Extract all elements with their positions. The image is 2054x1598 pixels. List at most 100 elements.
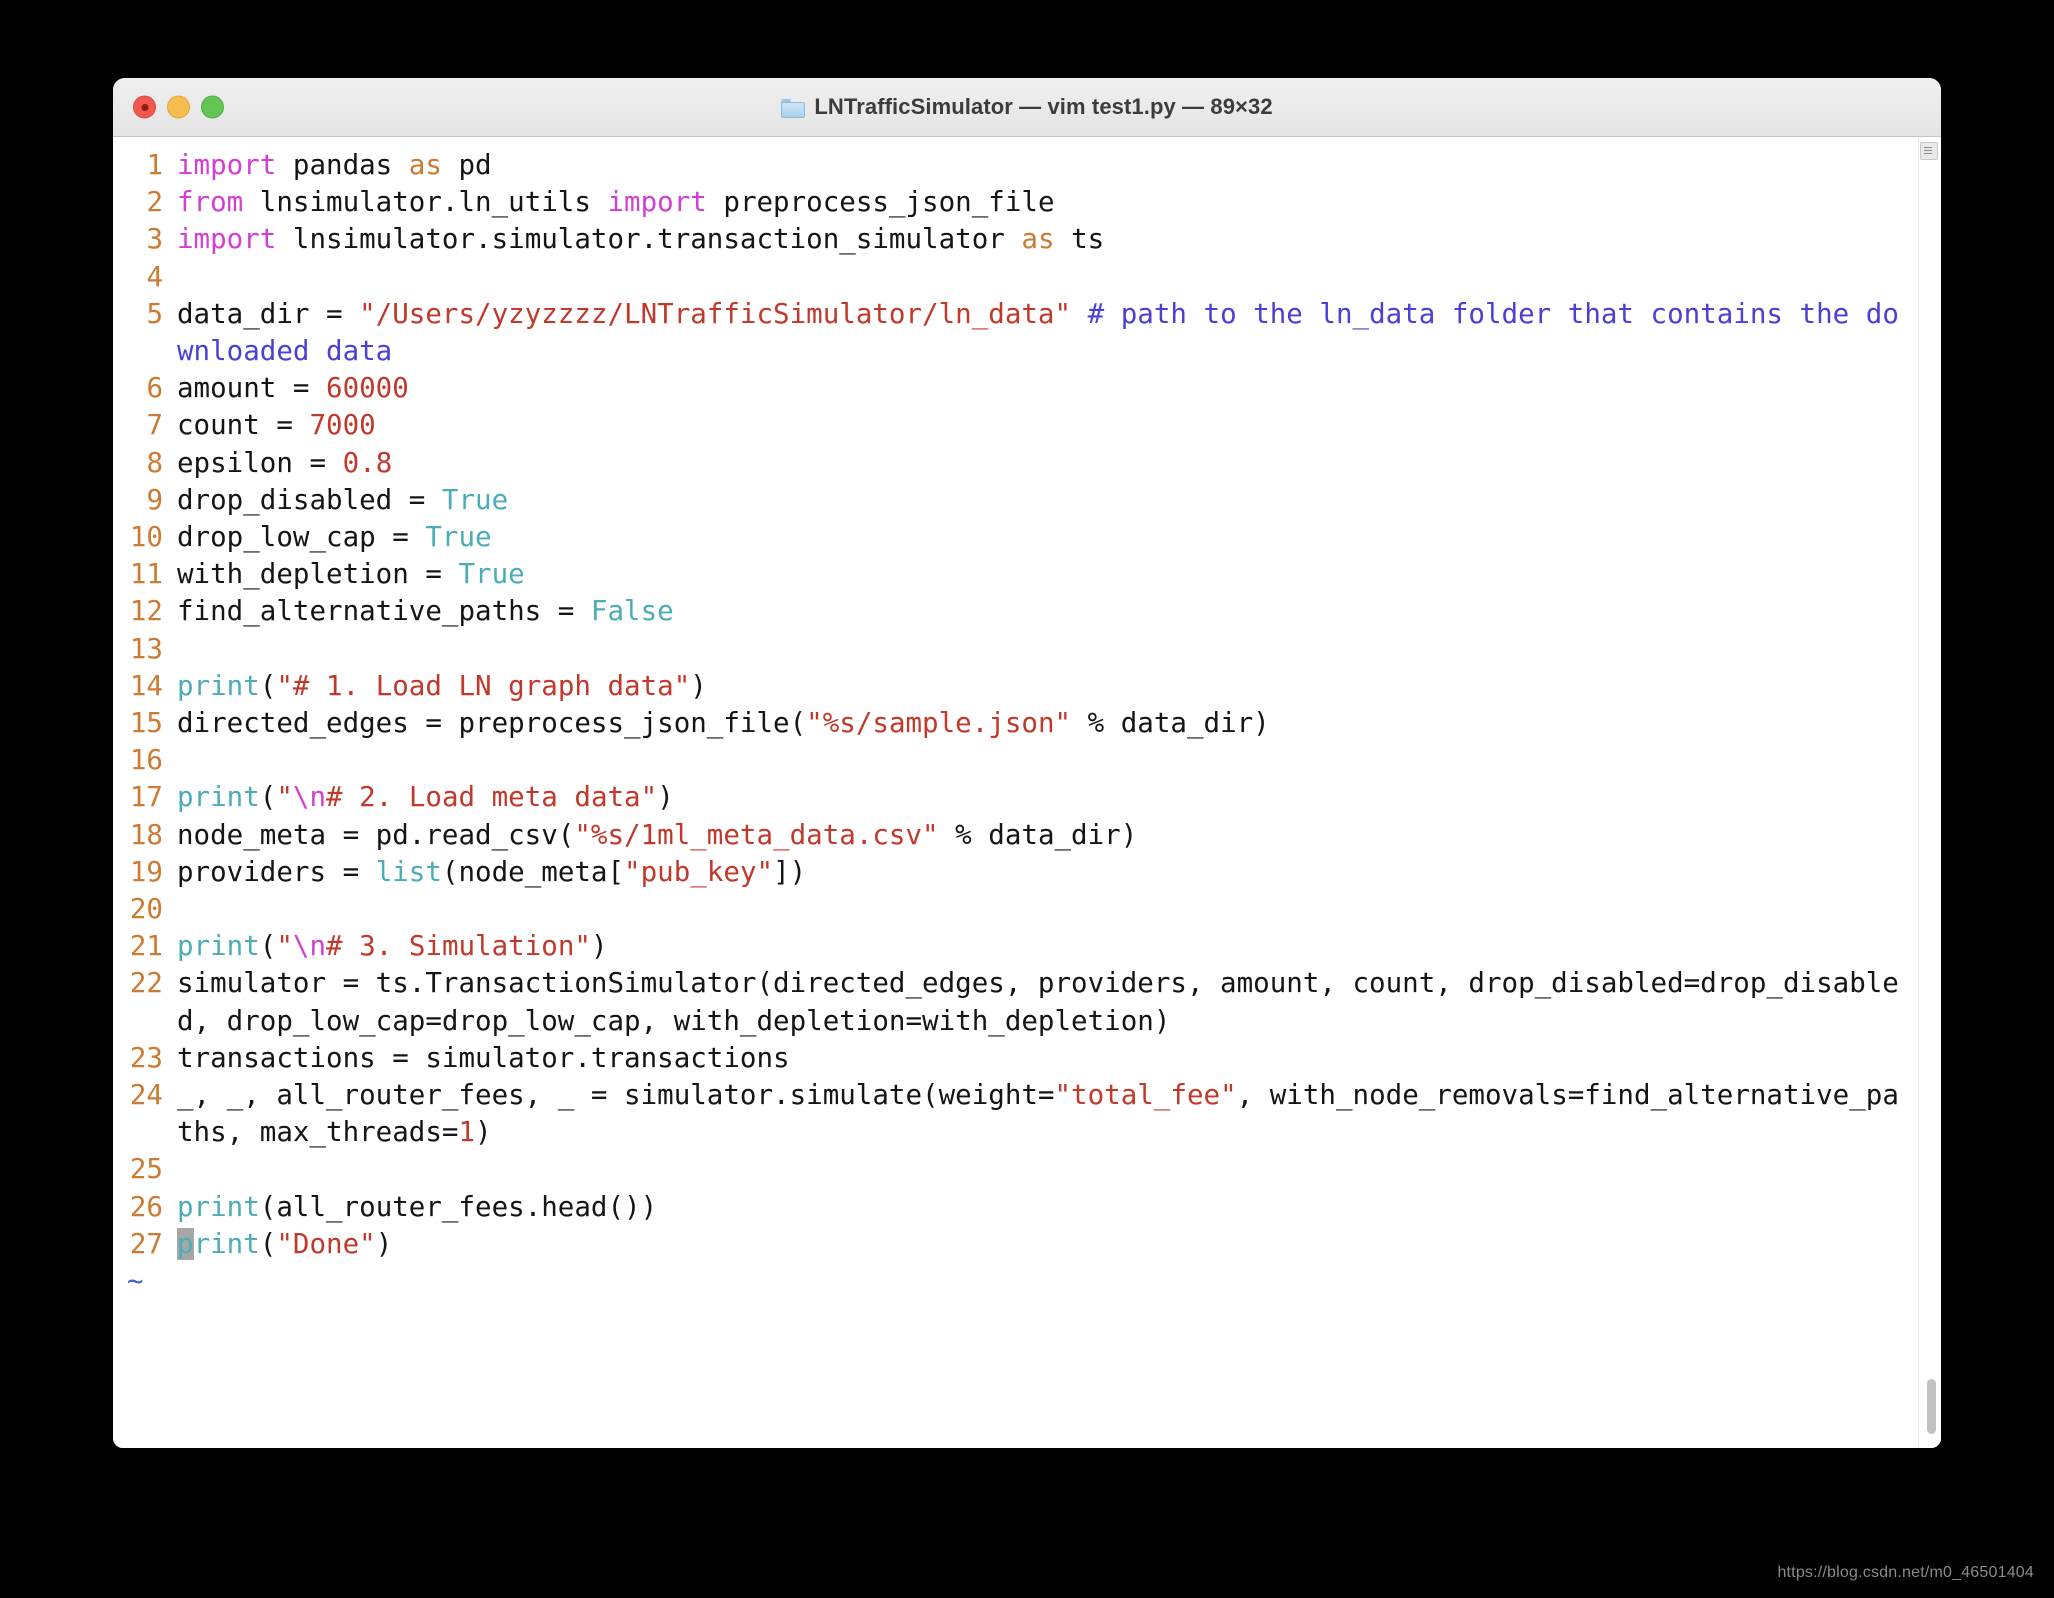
line-content[interactable]: import lnsimulator.simulator.transaction… [177,221,1919,258]
line-content[interactable]: find_alternative_paths = False [177,593,1919,630]
code-line[interactable]: 13 [113,631,1919,668]
code-line[interactable]: 7 count = 7000 [113,407,1919,444]
code-token: True [425,521,492,554]
code-line[interactable]: 25 [113,1151,1919,1188]
line-content[interactable]: with_depletion = True [177,556,1919,593]
window-titlebar[interactable]: LNTrafficSimulator — vim test1.py — 89×3… [113,78,1941,137]
line-number: 26 [129,1190,163,1223]
code-token: "/Users/yzyzzzz/LNTrafficSimulator/ln_da… [359,297,1072,330]
code-token: print [177,1190,260,1223]
line-content[interactable] [177,631,1919,668]
line-content[interactable]: data_dir = "/Users/yzyzzzz/LNTrafficSimu… [177,296,1919,370]
code-line[interactable]: 10 drop_low_cap = True [113,519,1919,556]
code-line[interactable]: 3 import lnsimulator.simulator.transactio… [113,221,1919,258]
code-token: pandas [276,149,409,181]
code-line[interactable]: 12 find_alternative_paths = False [113,593,1919,630]
line-content[interactable]: from lnsimulator.ln_utils import preproc… [177,184,1919,221]
line-content[interactable]: print("# 1. Load LN graph data") [177,668,1919,705]
line-content[interactable]: transactions = simulator.transactions [177,1040,1919,1077]
line-content[interactable] [177,1151,1919,1188]
scroll-options-icon[interactable] [1920,142,1938,160]
code-line[interactable]: 8 epsilon = 0.8 [113,445,1919,482]
code-line[interactable]: 18 node_meta = pd.read_csv("%s/1ml_meta_d… [113,817,1919,854]
code-line[interactable]: 20 [113,891,1919,928]
line-number: 1 [146,149,163,181]
code-line[interactable]: 16 [113,742,1919,779]
line-content[interactable]: epsilon = 0.8 [177,445,1919,482]
line-number: 22 [129,967,163,1000]
folder-icon [781,98,806,118]
line-content[interactable]: node_meta = pd.read_csv("%s/1ml_meta_dat… [177,817,1919,854]
code-token: 0.8 [342,446,393,479]
line-content[interactable]: count = 7000 [177,407,1919,444]
line-content[interactable]: print("\n# 3. Simulation") [177,928,1919,965]
code-line[interactable]: 24 _, _, all_router_fees, _ = simulator.s… [113,1077,1919,1151]
line-content[interactable]: _, _, all_router_fees, _ = simulator.sim… [177,1077,1919,1151]
code-token: epsilon = [177,446,343,479]
line-content[interactable]: print("\n# 2. Load meta data") [177,779,1919,816]
close-window-button[interactable] [133,95,156,119]
code-token: True [458,558,525,591]
line-content[interactable]: print(all_router_fees.head()) [177,1189,1919,1226]
code-token: "pub_key" [624,855,774,888]
code-line[interactable]: 9 drop_disabled = True [113,482,1919,519]
code-token: True [441,483,509,516]
traffic-light-buttons [133,95,224,119]
editor-pane[interactable]: 1 import pandas as pd 2 from lnsimulator.ln… [113,137,1941,1448]
line-content[interactable] [177,259,1919,296]
line-content[interactable]: print("Done") [177,1226,1919,1263]
line-content[interactable]: simulator = ts.TransactionSimulator(dire… [177,965,1919,1039]
watermark-text: https://blog.csdn.net/m0_46501404 [1777,1564,2034,1581]
code-line[interactable]: 15 directed_edges = preprocess_json_file(… [113,705,1919,742]
line-number: 12 [129,595,163,628]
code-token: print [177,781,260,814]
code-token: False [590,595,674,628]
code-line[interactable]: 23 transactions = simulator.transactions [113,1040,1919,1077]
code-line[interactable]: 6 amount = 60000 [113,370,1919,407]
line-content[interactable] [177,742,1919,779]
line-content[interactable] [177,891,1919,928]
code-token: import [177,149,277,181]
code-token: " [276,781,293,814]
vertical-scrollbar[interactable] [1918,137,1941,1448]
line-number: 6 [146,372,163,405]
code-token: % data_dir) [938,818,1138,851]
minimize-window-button[interactable] [167,95,190,119]
line-content[interactable]: drop_disabled = True [177,482,1919,519]
line-number: 20 [129,893,163,926]
code-token: ) [375,1227,393,1260]
code-line[interactable]: 5 data_dir = "/Users/yzyzzzz/LNTrafficSim… [113,296,1919,370]
code-token: find_alternative_paths = [177,595,591,628]
tilde-marker: ~ [127,1265,144,1298]
line-number: 11 [129,558,163,591]
code-token: list [375,855,442,888]
code-token: "total_fee" [1054,1079,1237,1112]
line-content[interactable]: providers = list(node_meta["pub_key"]) [177,854,1919,891]
code-token: ) [657,781,674,814]
line-number: 25 [129,1153,163,1186]
code-line[interactable]: 11 with_depletion = True [113,556,1919,593]
scroll-thumb[interactable] [1927,1379,1936,1434]
code-line[interactable]: 17 print("\n# 2. Load meta data") [113,779,1919,816]
code-token: ( [259,781,277,814]
code-line[interactable]: 22 simulator = ts.TransactionSimulator(di… [113,965,1919,1039]
line-content[interactable]: import pandas as pd [177,147,1919,184]
line-content[interactable]: amount = 60000 [177,370,1919,407]
code-line[interactable]: 1 import pandas as pd [113,147,1919,184]
code-line[interactable]: 21 print("\n# 3. Simulation") [113,928,1919,965]
code-token: 7000 [309,409,376,442]
zoom-window-button[interactable] [201,95,224,119]
code-line[interactable]: 14 print("# 1. Load LN graph data") [113,668,1919,705]
code-token: (all_router_fees.head()) [259,1190,658,1223]
line-content[interactable]: drop_low_cap = True [177,519,1919,556]
line-number: 21 [129,930,163,963]
code-line[interactable]: 2 from lnsimulator.ln_utils import prepro… [113,184,1919,221]
code-line[interactable]: 27 print("Done") [113,1226,1919,1263]
code-token: ) [590,930,608,963]
code-line[interactable]: 19 providers = list(node_meta["pub_key"]) [113,854,1919,891]
code-line[interactable]: 4 [113,259,1919,296]
code-token: "Done" [276,1227,376,1260]
line-content[interactable]: directed_edges = preprocess_json_file("%… [177,705,1919,742]
code-line[interactable]: 26 print(all_router_fees.head()) [113,1189,1919,1226]
code-buffer[interactable]: 1 import pandas as pd 2 from lnsimulator.ln… [113,147,1919,1448]
